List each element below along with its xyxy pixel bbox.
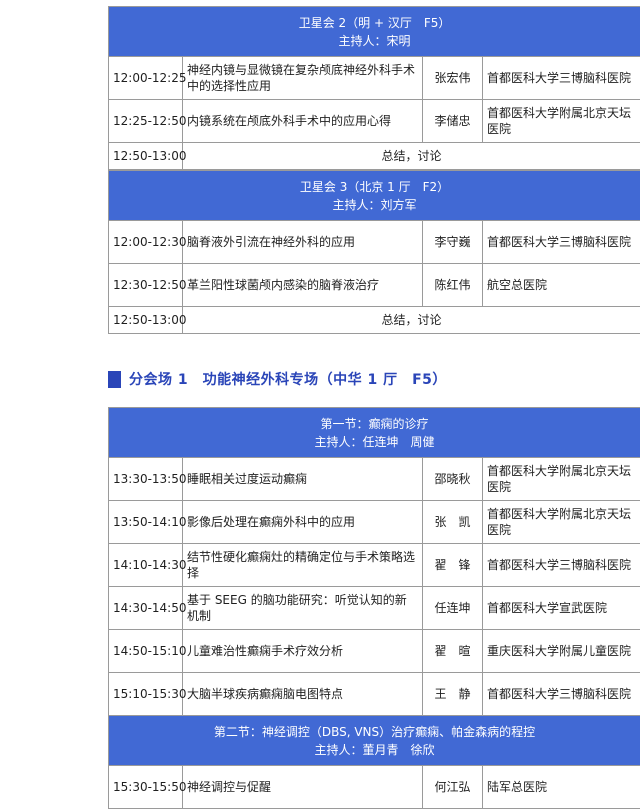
- time-cell: 12:50-13:00: [108, 142, 187, 170]
- time-cell: 15:10-15:30: [108, 672, 187, 716]
- speaker-cell: 何江弘: [422, 765, 483, 809]
- speaker-cell: 翟 锋: [422, 543, 483, 587]
- session-host: 主持人：刘方军: [332, 197, 417, 212]
- speaker-cell: 陈红伟: [422, 263, 483, 307]
- table-row: 14:30-14:50 基于 SEEG 的脑功能研究：听觉认知的新机制 任连坤 …: [108, 586, 640, 630]
- hospital-cell: 航空总医院: [481, 263, 640, 307]
- table-row: 12:25-12:50 内镜系统在颅底外科手术中的应用心得 李储忠 首都医科大学…: [108, 99, 640, 143]
- table-row: 12:00-12:30 脑脊液外引流在神经外科的应用 李守巍 首都医科大学三博脑…: [108, 220, 640, 264]
- time-cell: 14:50-15:10: [108, 629, 187, 673]
- part-host: 主持人：任连坤 周健: [314, 434, 435, 449]
- summary-row: 12:50-13:00 总结，讨论: [108, 306, 640, 334]
- topic-cell: 神经调控与促醒: [182, 765, 423, 809]
- table-row: 14:50-15:10 儿童难治性癫痫手术疗效分析 翟 暄 重庆医科大学附属儿童…: [108, 629, 640, 673]
- topic-cell: 儿童难治性癫痫手术疗效分析: [182, 629, 423, 673]
- topic-cell: 影像后处理在癫痫外科中的应用: [182, 500, 423, 544]
- table-row: 12:00-12:25 神经内镜与显微镜在复杂颅底神经外科手术中的选择性应用 张…: [108, 56, 640, 100]
- part-header: 第二节：神经调控（DBS, VNS）治疗癫痫、帕金森病的程控 主持人：董月青 徐…: [107, 715, 640, 766]
- hospital-cell: 首都医科大学附属北京天坛医院: [481, 457, 640, 501]
- hospital-cell: 陆军总医院: [481, 765, 640, 809]
- session-title: 卫星会 2（明 + 汉厅 F5）: [298, 15, 451, 30]
- speaker-cell: 王 静: [422, 672, 483, 716]
- time-cell: 12:00-12:30: [108, 220, 187, 264]
- time-cell: 12:00-12:25: [108, 56, 187, 100]
- hospital-cell: 首都医科大学三博脑科医院: [481, 543, 640, 587]
- table-row: 14:10-14:30 结节性硬化癫痫灶的精确定位与手术策略选择 翟 锋 首都医…: [108, 543, 640, 587]
- topic-cell: 基于 SEEG 的脑功能研究：听觉认知的新机制: [182, 586, 423, 630]
- table-row: 13:50-14:10 影像后处理在癫痫外科中的应用 张 凯 首都医科大学附属北…: [108, 500, 640, 544]
- topic-cell: 大脑半球疾病癫痫脑电图特点: [182, 672, 423, 716]
- table-row: 15:10-15:30 大脑半球疾病癫痫脑电图特点 王 静 首都医科大学三博脑科…: [108, 672, 640, 716]
- hospital-cell: 首都医科大学宣武医院: [481, 586, 640, 630]
- part-title: 第二节：神经调控（DBS, VNS）治疗癫痫、帕金森病的程控: [213, 724, 536, 739]
- topic-cell: 神经内镜与显微镜在复杂颅底神经外科手术中的选择性应用: [182, 56, 423, 100]
- time-cell: 12:25-12:50: [108, 99, 187, 143]
- section-title-text: 分会场 1 功能神经外科专场（中华 1 厅 F5）: [129, 372, 447, 388]
- schedule-table-satellite-3: 卫星会 3（北京 1 厅 F2） 主持人：刘方军 12:00-12:30 脑脊液…: [107, 170, 640, 334]
- session-title: 卫星会 3（北京 1 厅 F2）: [299, 179, 450, 194]
- time-cell: 12:30-12:50: [108, 263, 187, 307]
- time-cell: 13:50-14:10: [108, 500, 187, 544]
- hospital-cell: 重庆医科大学附属儿童医院: [481, 629, 640, 673]
- topic-cell: 脑脊液外引流在神经外科的应用: [182, 220, 423, 264]
- speaker-cell: 张 凯: [422, 500, 483, 544]
- schedule-table-branch-1: 第一节：癫痫的诊疗 主持人：任连坤 周健 13:30-13:50 睡眠相关过度运…: [107, 407, 640, 809]
- table-row: 12:30-12:50 革兰阳性球菌颅内感染的脑脊液治疗 陈红伟 航空总医院: [108, 263, 640, 307]
- hospital-cell: 首都医科大学三博脑科医院: [481, 672, 640, 716]
- hospital-cell: 首都医科大学附属北京天坛医院: [481, 500, 640, 544]
- speaker-cell: 邵晓秋: [422, 457, 483, 501]
- time-cell: 12:50-13:00: [108, 306, 187, 334]
- schedule-table-satellite-2: 卫星会 2（明 + 汉厅 F5） 主持人：宋明 12:00-12:25 神经内镜…: [107, 6, 640, 170]
- speaker-cell: 翟 暄: [422, 629, 483, 673]
- section-title: 分会场 1 功能神经外科专场（中华 1 厅 F5）: [108, 368, 447, 390]
- session-host: 主持人：宋明: [338, 33, 411, 48]
- table-row: 15:30-15:50 神经调控与促醒 何江弘 陆军总医院: [108, 765, 640, 809]
- time-cell: 13:30-13:50: [108, 457, 187, 501]
- time-cell: 14:10-14:30: [108, 543, 187, 587]
- session-header: 卫星会 3（北京 1 厅 F2） 主持人：刘方军: [107, 170, 640, 221]
- topic-cell: 内镜系统在颅底外科手术中的应用心得: [182, 99, 423, 143]
- part-title: 第一节：癫痫的诊疗: [320, 416, 429, 431]
- time-cell: 15:30-15:50: [108, 765, 187, 809]
- summary-cell: 总结，讨论: [181, 142, 640, 170]
- hospital-cell: 首都医科大学三博脑科医院: [481, 56, 640, 100]
- time-cell: 14:30-14:50: [108, 586, 187, 630]
- section-marker: [108, 370, 121, 388]
- speaker-cell: 张宏伟: [422, 56, 483, 100]
- summary-row: 12:50-13:00 总结，讨论: [108, 142, 640, 170]
- part-header: 第一节：癫痫的诊疗 主持人：任连坤 周健: [107, 407, 640, 458]
- speaker-cell: 李储忠: [422, 99, 483, 143]
- speaker-cell: 李守巍: [422, 220, 483, 264]
- topic-cell: 革兰阳性球菌颅内感染的脑脊液治疗: [182, 263, 423, 307]
- session-header: 卫星会 2（明 + 汉厅 F5） 主持人：宋明: [107, 6, 640, 57]
- speaker-cell: 任连坤: [422, 586, 483, 630]
- topic-cell: 睡眠相关过度运动癫痫: [182, 457, 423, 501]
- part-host: 主持人：董月青 徐欣: [314, 742, 435, 757]
- hospital-cell: 首都医科大学三博脑科医院: [481, 220, 640, 264]
- table-row: 13:30-13:50 睡眠相关过度运动癫痫 邵晓秋 首都医科大学附属北京天坛医…: [108, 457, 640, 501]
- summary-cell: 总结，讨论: [181, 306, 640, 334]
- hospital-cell: 首都医科大学附属北京天坛医院: [481, 99, 640, 143]
- topic-cell: 结节性硬化癫痫灶的精确定位与手术策略选择: [182, 543, 423, 587]
